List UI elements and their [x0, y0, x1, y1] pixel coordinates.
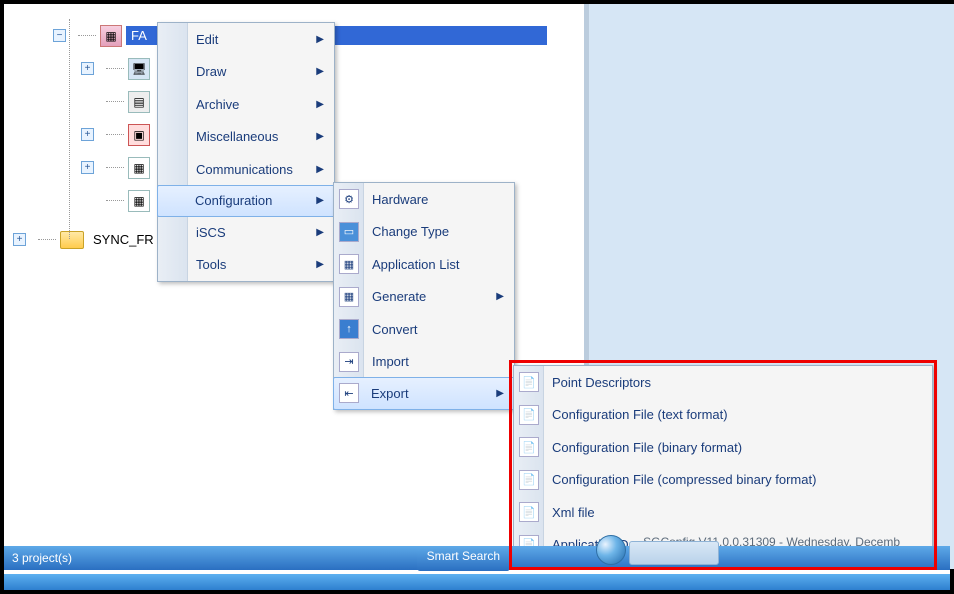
- menu-item-convert[interactable]: ↑ Convert: [334, 313, 514, 346]
- menu-item-label: Generate: [372, 289, 426, 304]
- submenu-arrow-icon: ▶: [496, 388, 504, 399]
- context-menu-main[interactable]: Edit ▶ Draw ▶ Archive ▶ Miscellaneous ▶ Comm…: [157, 22, 335, 282]
- menu-item-label: Xml file: [552, 505, 595, 520]
- import-icon: ⇥: [339, 352, 359, 372]
- module-icon: ▣: [128, 124, 150, 146]
- menu-item-label: Configuration File (compressed binary fo…: [552, 472, 816, 487]
- menu-item-label: Communications: [196, 162, 293, 177]
- menu-item-label: Tools: [196, 257, 226, 272]
- menu-item-label: Archive: [196, 97, 239, 112]
- convert-icon: ↑: [339, 319, 359, 339]
- os-taskbar[interactable]: [4, 574, 950, 590]
- menu-item-label: Configuration: [195, 193, 272, 208]
- start-orb-icon[interactable]: [596, 535, 626, 565]
- smart-search-label: Smart Search: [427, 549, 500, 563]
- menu-item-label: Import: [372, 354, 409, 369]
- menu-item-label: Edit: [196, 32, 218, 47]
- menu-item-label: Hardware: [372, 192, 428, 207]
- device-icon: ▦: [100, 25, 122, 47]
- menu-item-xml-file[interactable]: 📄 Xml file: [514, 496, 932, 529]
- menu-item-point-descriptors[interactable]: 📄 Point Descriptors: [514, 366, 932, 399]
- expand-icon[interactable]: +: [13, 233, 26, 246]
- app-list-icon: ▦: [339, 254, 359, 274]
- doc-icon: 📄: [519, 405, 539, 425]
- submenu-arrow-icon: ▶: [316, 99, 324, 110]
- monitor-icon: 🖥: [128, 58, 150, 80]
- menu-item-archive[interactable]: Archive ▶: [158, 88, 334, 121]
- menu-item-miscellaneous[interactable]: Miscellaneous ▶: [158, 121, 334, 154]
- menu-item-change-type[interactable]: ▭ Change Type: [334, 216, 514, 249]
- menu-item-config-compressed[interactable]: 📄 Configuration File (compressed binary f…: [514, 464, 932, 497]
- submenu-arrow-icon: ▶: [496, 291, 504, 302]
- expand-icon[interactable]: +: [81, 62, 94, 75]
- menu-item-label: Point Descriptors: [552, 375, 651, 390]
- submenu-export[interactable]: 📄 Point Descriptors 📄 Configuration File (…: [513, 365, 933, 562]
- submenu-arrow-icon: ▶: [316, 195, 324, 206]
- menu-item-communications[interactable]: Communications ▶: [158, 153, 334, 186]
- submenu-arrow-icon: ▶: [316, 164, 324, 175]
- submenu-arrow-icon: ▶: [316, 34, 324, 45]
- menu-item-tools[interactable]: Tools ▶: [158, 249, 334, 282]
- menu-item-draw[interactable]: Draw ▶: [158, 56, 334, 89]
- submenu-arrow-icon: ▶: [316, 227, 324, 238]
- rack-icon: ▤: [128, 91, 150, 113]
- expand-icon[interactable]: +: [81, 161, 94, 174]
- menu-item-label: Configuration File (binary format): [552, 440, 742, 455]
- folder-icon: [60, 231, 84, 249]
- expand-icon[interactable]: +: [81, 128, 94, 141]
- tree-node-folder[interactable]: SYNC_FR: [88, 230, 159, 249]
- menu-item-import[interactable]: ⇥ Import: [334, 346, 514, 379]
- menu-item-label: Miscellaneous: [196, 129, 278, 144]
- menu-item-config-binary[interactable]: 📄 Configuration File (binary format): [514, 431, 932, 464]
- menu-item-configuration[interactable]: Configuration ▶: [157, 185, 335, 218]
- menu-item-label: Change Type: [372, 224, 449, 239]
- taskbar-tab[interactable]: [629, 541, 719, 565]
- grid-icon: ▦: [128, 190, 150, 212]
- change-type-icon: ▭: [339, 222, 359, 242]
- submenu-arrow-icon: ▶: [316, 259, 324, 270]
- doc-icon: 📄: [519, 470, 539, 490]
- grid-icon: ▦: [128, 157, 150, 179]
- submenu-configuration[interactable]: ⚙ Hardware ▭ Change Type ▦ Application List…: [333, 182, 515, 410]
- submenu-arrow-icon: ▶: [316, 66, 324, 77]
- hardware-icon: ⚙: [339, 189, 359, 209]
- menu-item-edit[interactable]: Edit ▶: [158, 23, 334, 56]
- menu-item-label: Export: [371, 386, 409, 401]
- menu-item-label: Convert: [372, 322, 418, 337]
- submenu-arrow-icon: ▶: [316, 131, 324, 142]
- generate-icon: ▦: [339, 287, 359, 307]
- menu-item-label: Configuration File (text format): [552, 407, 728, 422]
- doc-icon: 📄: [519, 372, 539, 392]
- menu-item-config-text[interactable]: 📄 Configuration File (text format): [514, 399, 932, 432]
- doc-icon: 📄: [519, 502, 539, 522]
- menu-item-hardware[interactable]: ⚙ Hardware: [334, 183, 514, 216]
- menu-item-generate[interactable]: ▦ Generate ▶: [334, 281, 514, 314]
- menu-item-application-list[interactable]: ▦ Application List: [334, 248, 514, 281]
- menu-item-label: iSCS: [196, 225, 226, 240]
- collapse-icon[interactable]: −: [53, 29, 66, 42]
- smart-search-widget[interactable]: Smart Search: [417, 546, 510, 571]
- menu-item-label: Draw: [196, 64, 226, 79]
- doc-icon: 📄: [519, 437, 539, 457]
- menu-item-iscs[interactable]: iSCS ▶: [158, 216, 334, 249]
- menu-item-export[interactable]: ⇤ Export ▶: [333, 377, 515, 410]
- export-icon: ⇤: [339, 383, 359, 403]
- status-projects: 3 project(s): [12, 551, 72, 565]
- menu-item-label: Application List: [372, 257, 459, 272]
